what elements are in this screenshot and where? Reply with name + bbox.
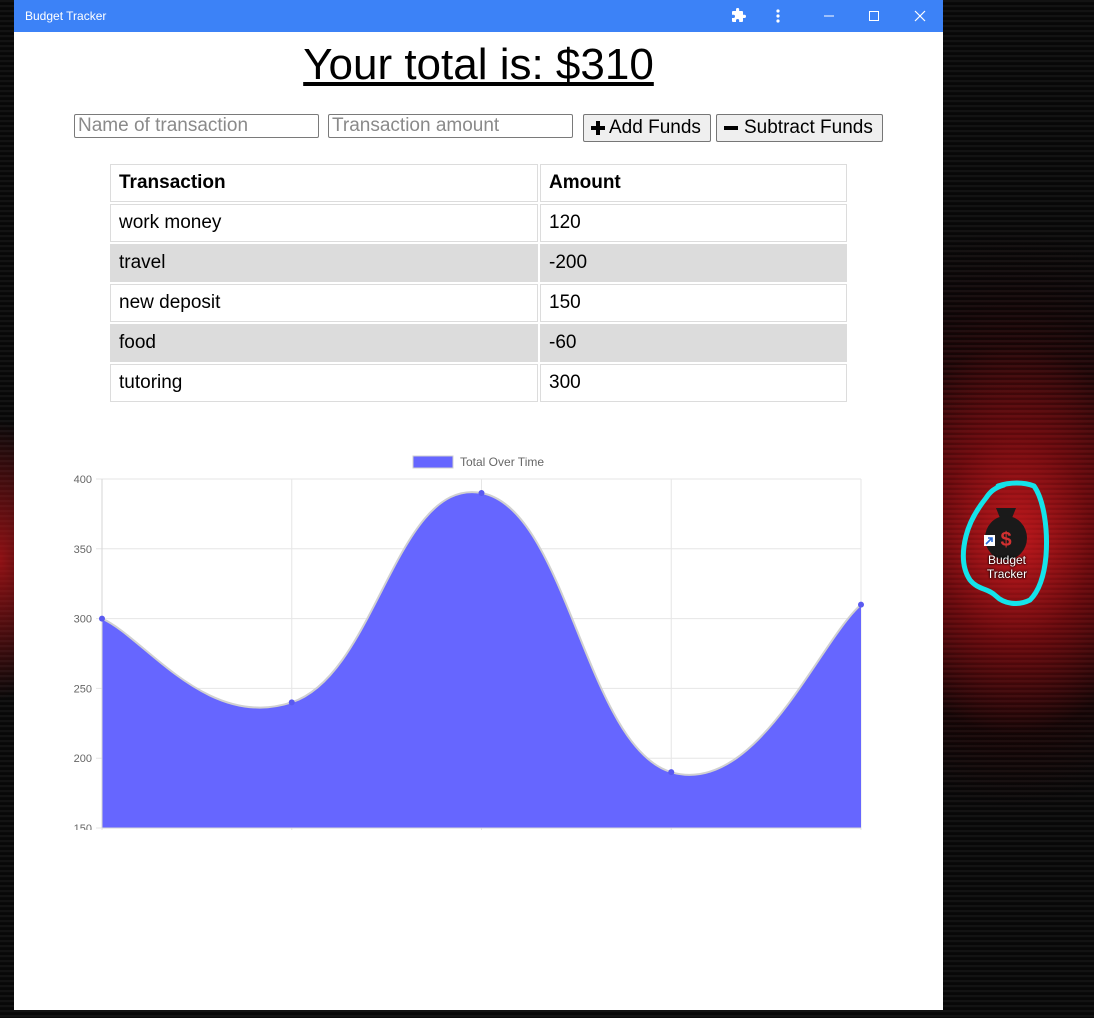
plus-icon [591, 121, 605, 135]
title-bar[interactable]: Budget Tracker [14, 0, 943, 32]
transaction-amount-cell: -200 [540, 244, 847, 282]
transactions-table: Transaction Amount work money 120 travel… [108, 162, 849, 404]
y-tick-label: 350 [74, 544, 92, 556]
data-point [478, 489, 485, 496]
maximize-icon [869, 11, 879, 21]
close-icon [914, 10, 926, 22]
minimize-button[interactable] [809, 0, 849, 32]
data-point [858, 601, 864, 608]
total-over-time-chart: 1502002503003504008/9/20228/9/20228/9/20… [74, 455, 864, 830]
close-button[interactable] [900, 0, 940, 32]
table-row: food -60 [110, 324, 847, 362]
transaction-amount-cell: 120 [540, 204, 847, 242]
transaction-name-cell: new deposit [110, 284, 538, 322]
total-heading: Your total is: $310 [303, 40, 654, 89]
app-window: Budget Tracker Your total is: $310 Name … [14, 0, 943, 1010]
y-tick-label: 250 [74, 683, 92, 695]
maximize-button[interactable] [854, 0, 894, 32]
transaction-amount-input[interactable] [328, 114, 573, 138]
shortcut-arrow-icon [984, 535, 995, 546]
column-header-transaction: Transaction [110, 164, 538, 202]
shortcut-label-line1: Budget [987, 553, 1027, 567]
table-row: work money 120 [110, 204, 847, 242]
transaction-name-cell: work money [110, 204, 538, 242]
table-header-row: Transaction Amount [110, 164, 847, 202]
more-menu-button[interactable] [758, 0, 798, 32]
transaction-amount-cell: -60 [540, 324, 847, 362]
minus-icon [724, 126, 738, 130]
table-row: tutoring 300 [110, 364, 847, 402]
add-funds-button[interactable]: Add Funds [583, 114, 711, 142]
legend-swatch [412, 455, 454, 469]
data-point [668, 769, 675, 776]
shortcut-label-line2: Tracker [986, 567, 1028, 581]
page-content: Your total is: $310 Add Funds Subtract F… [14, 32, 943, 1010]
y-tick-label: 300 [74, 614, 92, 626]
window-title: Budget Tracker [25, 9, 107, 23]
extensions-button[interactable] [718, 0, 758, 32]
kebab-menu-icon [776, 9, 780, 23]
transaction-amount-cell: 300 [540, 364, 847, 402]
data-point [288, 699, 295, 706]
subtract-funds-button[interactable]: Subtract Funds [716, 114, 883, 142]
transaction-name-cell: tutoring [110, 364, 538, 402]
data-point [99, 615, 105, 622]
add-funds-label: Add Funds [609, 117, 701, 138]
y-tick-label: 200 [74, 753, 92, 765]
transaction-name-cell: food [110, 324, 538, 362]
subtract-funds-label: Subtract Funds [744, 117, 873, 138]
y-tick-label: 150 [74, 823, 92, 830]
shortcut-label: Budget Tracker [966, 553, 1048, 581]
transaction-amount-cell: 150 [540, 284, 847, 322]
y-tick-label: 400 [74, 474, 92, 486]
table-row: travel -200 [110, 244, 847, 282]
column-header-amount: Amount [540, 164, 847, 202]
series-area-total-over-time [102, 492, 861, 828]
minimize-icon [824, 15, 834, 17]
budget-tracker-shortcut[interactable]: $ [958, 480, 1054, 610]
table-row: new deposit 150 [110, 284, 847, 322]
svg-text:$: $ [1000, 529, 1011, 551]
legend-label: Total Over Time [460, 455, 544, 469]
transaction-name-cell: travel [110, 244, 538, 282]
transaction-name-input[interactable] [74, 114, 319, 138]
puzzle-icon [732, 8, 746, 22]
